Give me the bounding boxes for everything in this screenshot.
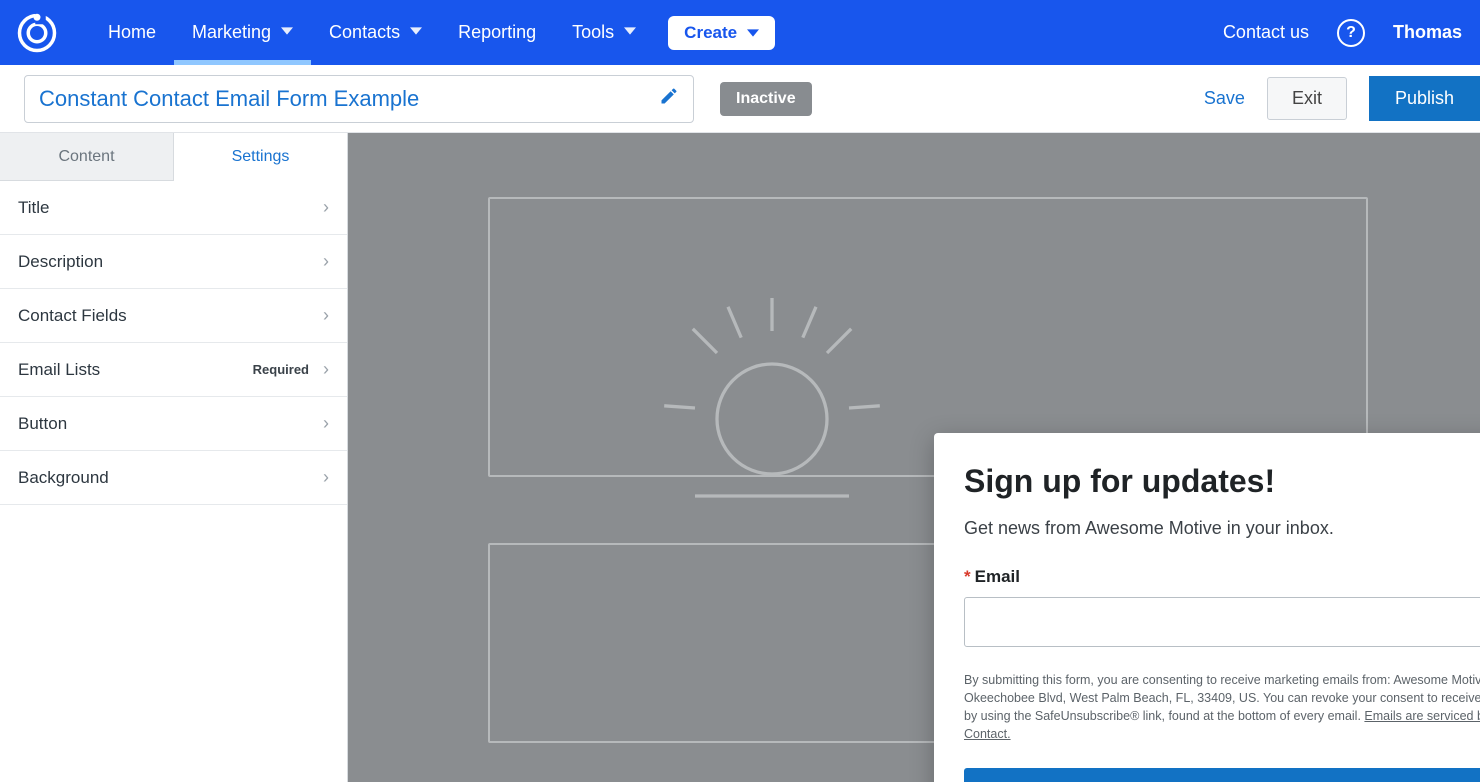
chevron-right-icon: ›: [323, 467, 329, 488]
chevron-down-icon: [281, 25, 293, 40]
brand-logo[interactable]: [14, 10, 60, 56]
nav-label: Home: [108, 22, 156, 43]
nav-marketing[interactable]: Marketing: [174, 0, 311, 65]
nav-label: Contacts: [329, 22, 400, 43]
nav-reporting[interactable]: Reporting: [440, 0, 554, 65]
nav-home[interactable]: Home: [90, 0, 174, 65]
create-button[interactable]: Create: [668, 16, 775, 50]
nav-contacts[interactable]: Contacts: [311, 0, 440, 65]
user-menu[interactable]: Thomas: [1393, 22, 1462, 43]
save-button[interactable]: Save: [1204, 88, 1245, 109]
nav-right: Contact us ? Thomas: [1223, 19, 1462, 47]
sidebar-tabs: Content Settings: [0, 133, 347, 181]
top-nav: Home Marketing Contacts Reporting Tools …: [0, 0, 1480, 65]
chevron-down-icon: [410, 25, 422, 40]
email-label: *Email: [964, 567, 1480, 587]
nav-label: Tools: [572, 22, 614, 43]
panel-contact-fields[interactable]: Contact Fields ›: [0, 289, 347, 343]
preview-canvas: ✕ Sign up for updates! Get news from Awe…: [348, 133, 1480, 782]
title-input-wrap[interactable]: [24, 75, 694, 123]
toolbar-actions: Save Exit Publish: [1204, 76, 1480, 121]
panel-label: Contact Fields: [18, 306, 127, 326]
panel-label: Description: [18, 252, 103, 272]
status-badge: Inactive: [720, 82, 812, 116]
panel-email-lists[interactable]: Email Lists Required ›: [0, 343, 347, 397]
create-label: Create: [684, 23, 737, 43]
signup-button[interactable]: Sign up!: [964, 768, 1480, 782]
panel-label: Button: [18, 414, 67, 434]
email-input[interactable]: [964, 597, 1480, 647]
settings-sidebar: Content Settings Title › Description › C…: [0, 133, 348, 782]
panel-background[interactable]: Background ›: [0, 451, 347, 505]
main-area: Content Settings Title › Description › C…: [0, 133, 1480, 782]
form-title-input[interactable]: [39, 86, 649, 112]
panel-list: Title › Description › Contact Fields › E…: [0, 181, 347, 505]
panel-button[interactable]: Button ›: [0, 397, 347, 451]
required-star: *: [964, 567, 971, 586]
chevron-right-icon: ›: [323, 251, 329, 272]
panel-title[interactable]: Title ›: [0, 181, 347, 235]
panel-label: Title: [18, 198, 50, 218]
email-label-text: Email: [975, 567, 1020, 586]
tab-settings[interactable]: Settings: [174, 133, 347, 181]
chevron-down-icon: [624, 25, 636, 40]
chevron-right-icon: ›: [323, 197, 329, 218]
nav-label: Reporting: [458, 22, 536, 43]
pencil-icon[interactable]: [659, 86, 679, 112]
chevron-right-icon: ›: [323, 413, 329, 434]
tab-content[interactable]: Content: [0, 133, 174, 181]
popup-heading: Sign up for updates!: [964, 463, 1480, 500]
nav-label: Marketing: [192, 22, 271, 43]
required-tag: Required: [253, 362, 309, 377]
legal-text: By submitting this form, you are consent…: [964, 671, 1480, 744]
panel-description[interactable]: Description ›: [0, 235, 347, 289]
publish-button[interactable]: Publish: [1369, 76, 1480, 121]
nav-items: Home Marketing Contacts Reporting Tools …: [90, 0, 775, 65]
help-icon[interactable]: ?: [1337, 19, 1365, 47]
chevron-right-icon: ›: [323, 359, 329, 380]
contact-us-link[interactable]: Contact us: [1223, 22, 1309, 43]
panel-label: Email Lists: [18, 360, 100, 380]
sun-placeholder-icon: [662, 287, 882, 507]
exit-button[interactable]: Exit: [1267, 77, 1347, 120]
help-glyph: ?: [1346, 24, 1356, 42]
panel-label: Background: [18, 468, 109, 488]
signup-popup: ✕ Sign up for updates! Get news from Awe…: [934, 433, 1480, 782]
editor-toolbar: Inactive Save Exit Publish: [0, 65, 1480, 133]
nav-tools[interactable]: Tools: [554, 0, 654, 65]
popup-description: Get news from Awesome Motive in your inb…: [964, 518, 1480, 539]
chevron-right-icon: ›: [323, 305, 329, 326]
